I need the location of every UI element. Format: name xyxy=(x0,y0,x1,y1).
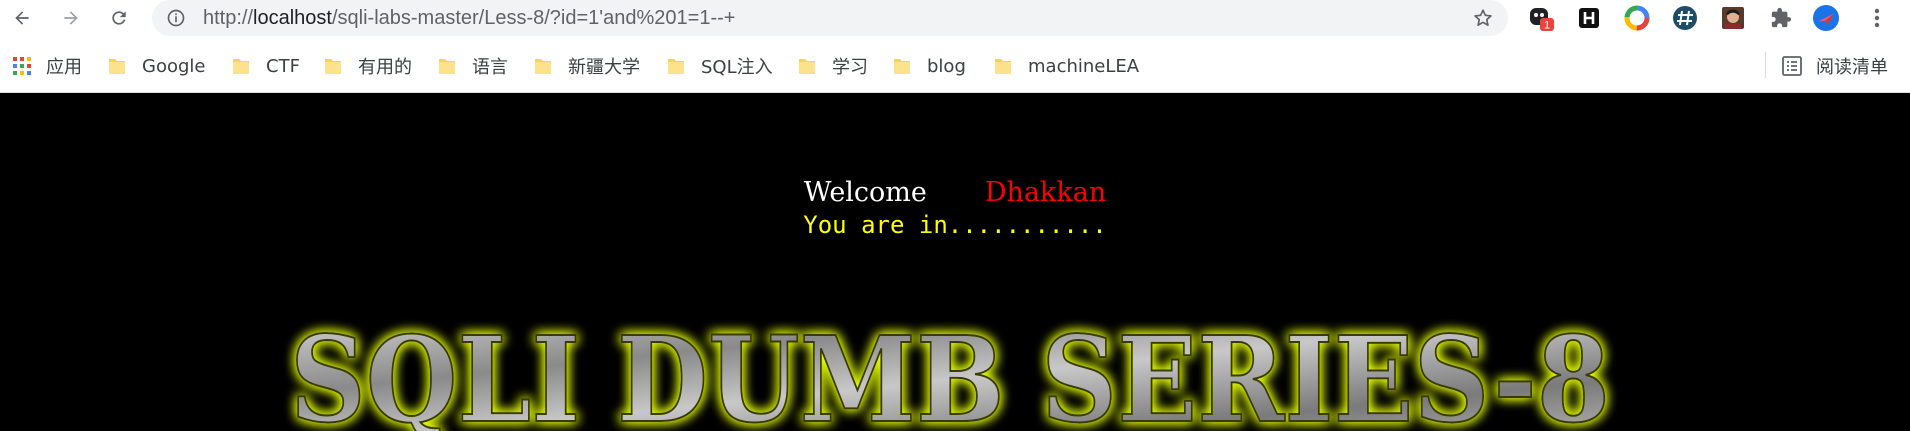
bookmark-folder-study[interactable]: 学习 xyxy=(798,46,868,86)
extension-button[interactable]: 1 xyxy=(1528,5,1554,31)
bookmark-folder-ctf[interactable]: CTF xyxy=(232,46,300,86)
forward-button[interactable] xyxy=(56,3,86,33)
bookmark-label: 新疆大学 xyxy=(568,57,640,78)
folder-icon xyxy=(995,59,1011,74)
browser-chrome: http://localhost/sqli-labs-master/Less-8… xyxy=(0,0,1910,93)
bookmark-folder-useful[interactable]: 有用的 xyxy=(324,46,412,86)
bookmark-label: blog xyxy=(927,55,966,77)
bookmarks-bar: 应用 Google CTF 有用的 语言 新疆大学 SQL注入 学习 blog … xyxy=(0,46,1910,86)
bookmark-label: 有用的 xyxy=(358,57,412,78)
status-message: You are in........... xyxy=(803,211,1107,239)
arrow-left-icon xyxy=(15,11,29,25)
bookmark-folder-blog[interactable]: blog xyxy=(893,46,966,86)
folder-icon xyxy=(325,59,341,74)
bookmark-folder-sql-injection[interactable]: SQL注入 xyxy=(667,46,773,86)
bookmark-label: 应用 xyxy=(46,57,82,78)
browser-toolbar: http://localhost/sqli-labs-master/Less-8… xyxy=(0,0,1910,36)
folder-icon xyxy=(109,59,125,74)
folder-icon xyxy=(439,59,455,74)
info-icon[interactable] xyxy=(166,8,186,28)
address-bar[interactable]: http://localhost/sqli-labs-master/Less-8… xyxy=(152,0,1508,36)
profile-avatar-icon xyxy=(1813,5,1839,31)
bookmark-star-icon[interactable] xyxy=(1472,7,1494,29)
reading-list-button[interactable]: 阅读清单 xyxy=(1782,46,1888,86)
reload-button[interactable] xyxy=(104,3,134,33)
bookmarks-divider xyxy=(1765,52,1766,78)
profile-button[interactable] xyxy=(1813,5,1839,31)
hackbar-h-icon xyxy=(1579,8,1599,28)
avatar-extension-icon xyxy=(1722,7,1744,29)
reload-icon xyxy=(112,11,126,25)
user-name: Dhakkan xyxy=(984,177,1107,208)
url-scheme: http:// xyxy=(203,7,254,29)
welcome-line: Welcome Dhakkan xyxy=(0,177,1910,209)
browser-menu-button[interactable] xyxy=(1864,5,1890,31)
bookmark-folder-language[interactable]: 语言 xyxy=(438,46,508,86)
arrow-right-icon xyxy=(64,11,78,25)
extension-button[interactable] xyxy=(1672,5,1698,31)
reading-list-label: 阅读清单 xyxy=(1816,57,1888,78)
bookmark-label: machineLEA xyxy=(1028,55,1140,77)
color-ring-icon xyxy=(1624,5,1650,31)
url-text[interactable]: http://localhost/sqli-labs-master/Less-8… xyxy=(203,0,735,36)
more-vertical-icon xyxy=(1874,8,1880,28)
folder-icon xyxy=(799,59,815,74)
apps-grid-icon xyxy=(13,57,31,75)
reading-list-icon xyxy=(1782,56,1802,76)
folder-icon xyxy=(233,59,249,74)
bookmark-label: SQL注入 xyxy=(701,57,773,78)
bookmark-folder-xinjiang-university[interactable]: 新疆大学 xyxy=(534,46,640,86)
bookmark-folder-machinelea[interactable]: machineLEA xyxy=(994,46,1139,86)
folder-icon xyxy=(668,59,684,74)
banner-title-text: SQLI DUMB SERIES-8 xyxy=(290,310,1610,431)
extension-button[interactable] xyxy=(1576,5,1602,31)
url-host: localhost xyxy=(253,7,332,29)
extensions-menu-button[interactable] xyxy=(1768,5,1794,31)
extension-button[interactable] xyxy=(1624,5,1650,31)
extension-button[interactable] xyxy=(1720,5,1746,31)
banner-title: SQLI DUMB SERIES-8 xyxy=(270,303,1630,431)
bookmark-folder-google[interactable]: Google xyxy=(108,46,205,86)
bookmark-label: 语言 xyxy=(472,57,508,78)
folder-icon xyxy=(894,59,910,74)
banner-title-graphic: SQLI DUMB SERIES-8 xyxy=(289,309,1611,431)
extension-badge: 1 xyxy=(1544,20,1550,32)
page-content: Welcome Dhakkan You are in........... SQ… xyxy=(0,93,1910,431)
folder-icon xyxy=(535,59,551,74)
welcome-text: Welcome xyxy=(803,177,927,208)
extension-ghost-icon: 1 xyxy=(1530,8,1554,32)
url-path: /sqli-labs-master/Less-8/?id=1'and%201=1… xyxy=(331,7,736,29)
bookmark-label: CTF xyxy=(266,55,300,77)
back-button[interactable] xyxy=(7,3,37,33)
puzzle-icon xyxy=(1771,7,1792,28)
bookmark-label: 学习 xyxy=(832,57,868,78)
bookmark-apps[interactable]: 应用 xyxy=(12,46,82,86)
hash-icon xyxy=(1673,6,1697,30)
bookmark-label: Google xyxy=(142,55,206,77)
